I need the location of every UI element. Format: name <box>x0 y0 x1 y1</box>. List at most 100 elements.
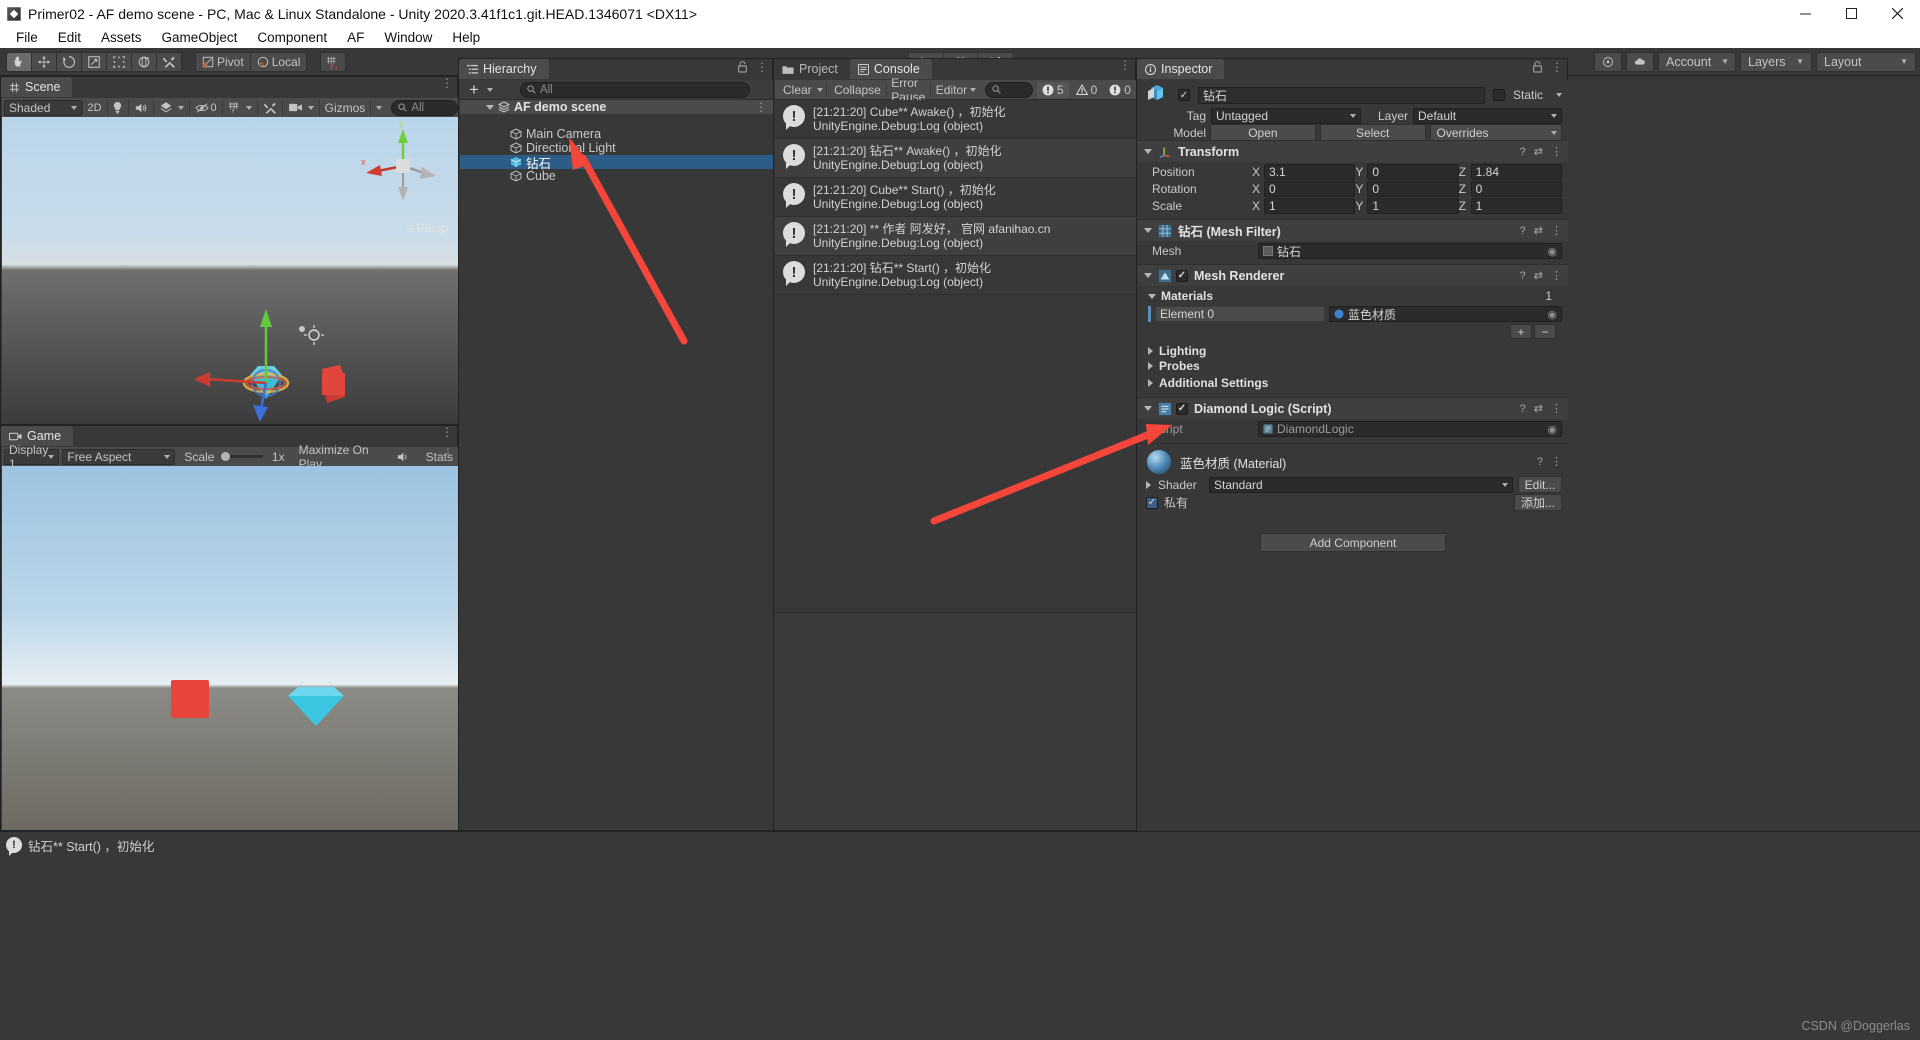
console-collapse-toggle[interactable]: Collapse <box>829 81 886 99</box>
transform-component-header[interactable]: Transform ? ⇄ ⋮ <box>1138 140 1568 162</box>
console-log-entry[interactable]: ! [21:21:20] Cube** Start() ，初始化 UnityEn… <box>775 178 1136 217</box>
minimize-button[interactable] <box>1782 0 1828 27</box>
console-log-entry[interactable]: ! [21:21:20] 钻石** Awake() ，初始化 UnityEngi… <box>775 139 1136 178</box>
chevron-down-icon[interactable] <box>1556 93 1562 97</box>
hierarchy-item-cube[interactable]: Cube <box>460 169 773 183</box>
rotation-y[interactable]: Y 0 <box>1355 180 1459 197</box>
probes-section[interactable]: Probes <box>1138 356 1568 373</box>
add-component-button[interactable]: Add Component <box>1260 533 1446 552</box>
object-picker-icon[interactable]: ◉ <box>1547 245 1557 258</box>
scene-tools-button[interactable] <box>258 99 282 117</box>
help-icon[interactable]: ? <box>1520 270 1526 282</box>
pivot-button[interactable]: Pivot <box>195 51 251 72</box>
element-material-field[interactable]: 蓝色材质 ◉ <box>1329 306 1562 322</box>
grid-snap-button[interactable] <box>320 51 347 72</box>
scale-x-input[interactable]: 1 <box>1264 197 1356 214</box>
account-button[interactable]: Account ▼ <box>1658 51 1736 72</box>
shader-dropdown[interactable]: Standard <box>1209 476 1513 493</box>
preset-icon[interactable]: ⇄ <box>1534 145 1543 158</box>
preset-icon[interactable]: ⇄ <box>1534 224 1543 237</box>
add-material-button[interactable]: + <box>1510 324 1532 339</box>
script-enabled-checkbox[interactable] <box>1176 402 1188 415</box>
inspector-tab-menu[interactable]: ⋮ <box>1532 61 1563 73</box>
layer-dropdown[interactable]: Default <box>1413 108 1562 124</box>
layout-button[interactable]: Layout ▼ <box>1816 51 1916 72</box>
cloud-button[interactable] <box>1626 51 1654 72</box>
scene-fx-dropdown[interactable] <box>154 99 189 117</box>
kebab-menu-icon[interactable]: ⋮ <box>441 77 453 89</box>
menu-item-edit[interactable]: Edit <box>48 27 91 48</box>
scale-z-input[interactable]: 1 <box>1470 197 1562 214</box>
kebab-menu-icon[interactable]: ⋮ <box>1551 61 1563 73</box>
collapse-triangle-icon[interactable] <box>1148 346 1153 355</box>
kebab-menu-icon[interactable]: ⋮ <box>1551 146 1562 157</box>
shader-edit-button[interactable]: Edit... <box>1518 476 1562 493</box>
expand-triangle-icon[interactable] <box>1144 228 1152 233</box>
collapse-triangle-icon[interactable] <box>1146 480 1151 489</box>
additional-settings-section[interactable]: Additional Settings <box>1138 373 1568 390</box>
kebab-menu-icon[interactable]: ⋮ <box>441 426 453 438</box>
remove-material-button[interactable]: − <box>1534 324 1556 339</box>
material-add-button[interactable]: 添加... <box>1514 494 1562 511</box>
expand-triangle-icon[interactable] <box>1144 406 1152 411</box>
mesh-filter-header[interactable]: 钻石 (Mesh Filter) ? ⇄ ⋮ <box>1138 219 1568 241</box>
kebab-menu-icon[interactable]: ⋮ <box>1551 225 1562 236</box>
menu-item-assets[interactable]: Assets <box>91 27 152 48</box>
kebab-menu-icon[interactable]: ⋮ <box>1551 403 1562 414</box>
scene-viewport[interactable]: y x ≤ Persp <box>2 117 458 424</box>
mesh-object-field[interactable]: 钻石 ◉ <box>1258 243 1562 259</box>
tab-inspector[interactable]: Inspector <box>1137 59 1225 79</box>
scene-hidden-objects[interactable]: 0 <box>190 99 222 117</box>
menu-item-gameobject[interactable]: GameObject <box>152 27 248 48</box>
scale-y[interactable]: Y 1 <box>1355 197 1459 214</box>
rotate-tool-button[interactable] <box>56 51 82 72</box>
menu-item-af[interactable]: AF <box>337 27 374 48</box>
display-dropdown[interactable]: Display 1 <box>4 443 60 471</box>
preset-icon[interactable]: ⇄ <box>1534 402 1543 415</box>
help-icon[interactable]: ? <box>1520 403 1526 415</box>
help-icon[interactable]: ? <box>1520 225 1526 237</box>
toggle-2d-button[interactable]: 2D <box>82 99 106 117</box>
lock-icon[interactable] <box>737 61 748 73</box>
console-clear-button[interactable]: Clear <box>778 81 817 99</box>
hierarchy-item-main-camera[interactable]: Main Camera <box>460 127 773 141</box>
console-log-entry[interactable]: ! [21:21:20] Cube** Awake() ，初始化 UnityEn… <box>775 100 1136 139</box>
script-component-header[interactable]: Diamond Logic (Script) ? ⇄ ⋮ <box>1138 397 1568 419</box>
kebab-menu-icon[interactable]: ⋮ <box>1551 457 1562 468</box>
custom-tool-button[interactable] <box>156 51 182 72</box>
lighting-section[interactable]: Lighting <box>1138 339 1568 358</box>
model-select-button[interactable]: Select <box>1319 124 1426 141</box>
mute-audio-toggle[interactable] <box>391 448 415 466</box>
chevron-down-icon[interactable] <box>816 87 823 92</box>
hierarchy-item-directional-light[interactable]: Directional Light <box>460 141 773 155</box>
transform-tool-button[interactable] <box>131 51 157 72</box>
tab-scene[interactable]: Scene <box>1 77 73 97</box>
rect-tool-button[interactable] <box>106 51 132 72</box>
rotation-z-input[interactable]: 0 <box>1470 180 1562 197</box>
static-checkbox[interactable] <box>1492 89 1505 101</box>
menu-item-help[interactable]: Help <box>442 27 490 48</box>
menu-item-component[interactable]: Component <box>247 27 337 48</box>
game-extra-menu[interactable]: ⋮ <box>442 447 454 459</box>
position-y-input[interactable]: 0 <box>1367 164 1459 180</box>
mesh-renderer-header[interactable]: Mesh Renderer ? ⇄ ⋮ <box>1138 264 1568 286</box>
model-overrides-button[interactable]: Overrides <box>1429 124 1562 141</box>
hand-tool-button[interactable] <box>6 51 32 72</box>
menu-item-file[interactable]: File <box>6 27 48 48</box>
position-x-input[interactable]: 3.1 <box>1264 164 1356 180</box>
console-info-count[interactable]: 5 <box>1036 81 1069 98</box>
preset-icon[interactable]: ⇄ <box>1534 269 1543 282</box>
rotation-x[interactable]: X 0 <box>1252 180 1356 197</box>
rotation-x-input[interactable]: 0 <box>1264 180 1356 197</box>
help-icon[interactable]: ? <box>1537 456 1543 468</box>
console-search-input[interactable] <box>985 81 1033 98</box>
tag-dropdown[interactable]: Untagged <box>1211 108 1361 124</box>
scene-lighting-toggle[interactable] <box>107 99 128 117</box>
scale-tool-button[interactable] <box>81 51 107 72</box>
console-log-list[interactable]: ! [21:21:20] Cube** Awake() ，初始化 UnityEn… <box>775 100 1136 667</box>
object-active-checkbox[interactable] <box>1178 89 1190 101</box>
move-tool-button[interactable] <box>31 51 57 72</box>
console-log-entry[interactable]: ! [21:21:20] 钻石** Start() ，初始化 UnityEngi… <box>775 256 1136 295</box>
scale-slider[interactable] <box>221 451 263 461</box>
collapse-triangle-icon[interactable] <box>1148 379 1153 387</box>
